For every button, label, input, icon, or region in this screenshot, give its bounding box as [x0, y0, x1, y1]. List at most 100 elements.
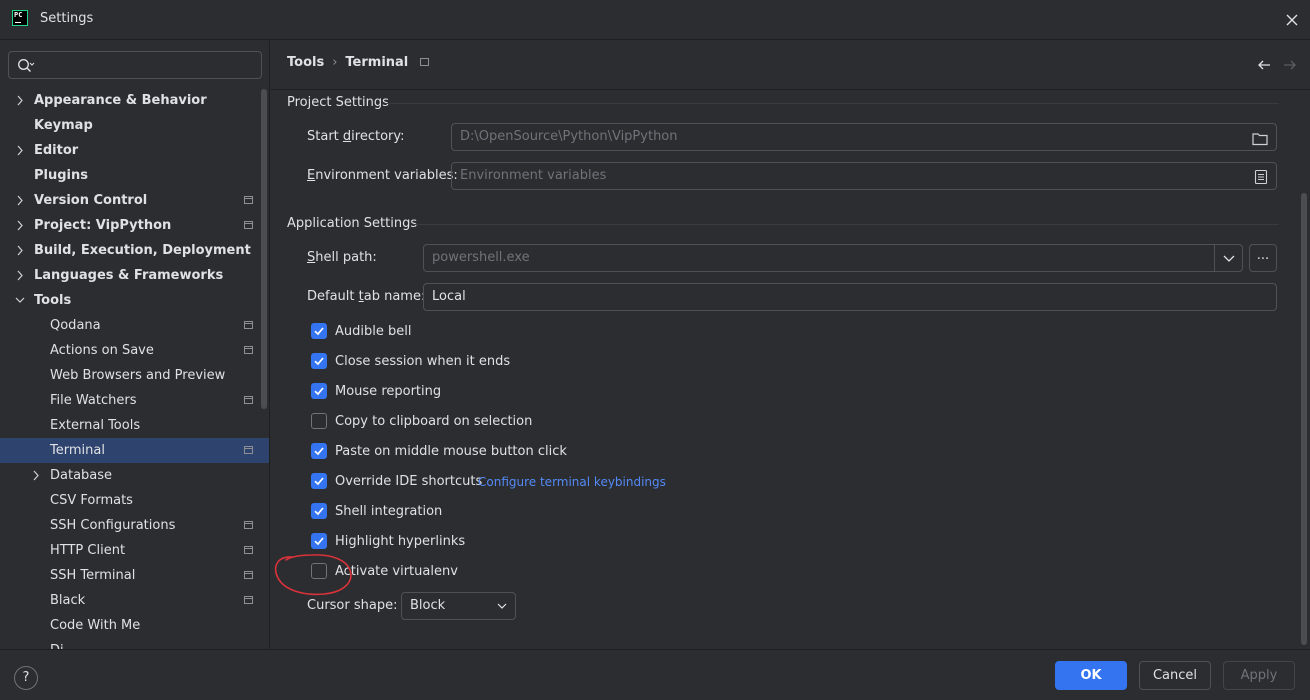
- sidebar-item-label: Actions on Save: [50, 343, 154, 358]
- sidebar-item[interactable]: Terminal: [0, 438, 269, 463]
- edit-list-icon[interactable]: [1254, 169, 1268, 195]
- checkbox-row[interactable]: Copy to clipboard on selection: [311, 412, 911, 432]
- env-vars-placeholder: Environment variables: [460, 168, 607, 183]
- chevron-right-icon[interactable]: [14, 213, 26, 238]
- checkbox-label[interactable]: Copy to clipboard on selection: [335, 412, 532, 432]
- env-vars-label: Environment variables:: [307, 168, 458, 183]
- sidebar-item[interactable]: Appearance & Behavior: [0, 88, 269, 113]
- checkbox-checked[interactable]: [311, 323, 327, 339]
- env-vars-field[interactable]: Environment variables: [451, 162, 1277, 190]
- sidebar-item[interactable]: Black: [0, 588, 269, 613]
- apply-button[interactable]: Apply: [1223, 661, 1295, 690]
- sidebar-item[interactable]: Actions on Save: [0, 338, 269, 363]
- checkbox-row[interactable]: Activate virtualenv: [311, 562, 911, 582]
- sidebar-item[interactable]: File Watchers: [0, 388, 269, 413]
- sidebar-item[interactable]: Keymap: [0, 113, 269, 138]
- cancel-button[interactable]: Cancel: [1139, 661, 1211, 690]
- pycharm-logo-icon: PC: [12, 10, 28, 26]
- checkbox-checked[interactable]: [311, 473, 327, 489]
- chevron-down-icon[interactable]: [14, 288, 26, 313]
- configure-keybindings-link[interactable]: Configure terminal keybindings: [478, 472, 666, 492]
- checkbox-unchecked[interactable]: [311, 413, 327, 429]
- back-arrow-icon[interactable]: [1256, 57, 1272, 77]
- sidebar-item[interactable]: SSH Terminal: [0, 563, 269, 588]
- start-directory-field[interactable]: D:\OpenSource\Python\VipPython: [451, 123, 1277, 151]
- close-icon[interactable]: [1282, 10, 1302, 30]
- checkbox-label[interactable]: Close session when it ends: [335, 352, 510, 372]
- checkbox-row[interactable]: Audible bell: [311, 322, 911, 342]
- settings-sidebar: Appearance & Behavior Keymap Editor Plugins…: [0, 41, 270, 649]
- sidebar-item[interactable]: Di...: [0, 638, 269, 649]
- chevron-right-icon[interactable]: [14, 238, 26, 263]
- breadcrumb-parent[interactable]: Tools: [287, 55, 324, 70]
- shell-path-combobox[interactable]: powershell.exe: [423, 244, 1243, 272]
- cursor-shape-value: Block: [410, 598, 446, 613]
- sidebar-item[interactable]: Code With Me: [0, 613, 269, 638]
- checkbox-row[interactable]: Mouse reporting: [311, 382, 911, 402]
- folder-icon[interactable]: [1252, 130, 1268, 156]
- sidebar-item-label: CSV Formats: [50, 493, 133, 508]
- window-title: Settings: [40, 11, 94, 26]
- chevron-right-icon[interactable]: [30, 463, 42, 488]
- sidebar-item[interactable]: External Tools: [0, 413, 269, 438]
- checkbox-row[interactable]: Close session when it ends: [311, 352, 911, 372]
- sidebar-item[interactable]: CSV Formats: [0, 488, 269, 513]
- project-scope-icon: [244, 521, 253, 529]
- shell-path-browse-button[interactable]: ...: [1249, 244, 1277, 272]
- settings-search-input[interactable]: [8, 51, 262, 79]
- chevron-right-icon[interactable]: [14, 188, 26, 213]
- ok-button[interactable]: OK: [1055, 661, 1127, 690]
- help-button[interactable]: ?: [14, 666, 38, 690]
- sidebar-item-label: Version Control: [34, 193, 148, 208]
- project-scope-icon: [244, 596, 253, 604]
- sidebar-item-label: Tools: [34, 293, 72, 308]
- checkmark-icon: [314, 477, 324, 486]
- chevron-down-icon[interactable]: [1214, 245, 1242, 271]
- sidebar-item[interactable]: Build, Execution, Deployment: [0, 238, 269, 263]
- sidebar-item-label: Plugins: [34, 168, 88, 183]
- sidebar-item[interactable]: Languages & Frameworks: [0, 263, 269, 288]
- chevron-right-icon[interactable]: [14, 263, 26, 288]
- checkbox-label[interactable]: Audible bell: [335, 322, 411, 342]
- sidebar-item-label: Terminal: [50, 443, 105, 458]
- dialog-footer: ? OK Cancel Apply: [0, 649, 1310, 700]
- sidebar-scrollbar[interactable]: [261, 89, 267, 409]
- checkbox-checked[interactable]: [311, 383, 327, 399]
- chevron-right-icon[interactable]: [14, 88, 26, 113]
- checkbox-checked[interactable]: [311, 533, 327, 549]
- cursor-shape-dropdown[interactable]: Block: [401, 592, 516, 620]
- sidebar-item[interactable]: Tools: [0, 288, 269, 313]
- tab-name-label: Default tab name:: [307, 289, 426, 304]
- checkbox-row[interactable]: Highlight hyperlinks: [311, 532, 911, 552]
- sidebar-item[interactable]: Editor: [0, 138, 269, 163]
- forward-arrow-icon[interactable]: [1282, 57, 1298, 77]
- sidebar-item-label: SSH Terminal: [50, 568, 136, 583]
- sidebar-item[interactable]: SSH Configurations: [0, 513, 269, 538]
- checkbox-row[interactable]: Shell integration: [311, 502, 911, 522]
- checkbox-row[interactable]: Paste on middle mouse button click: [311, 442, 911, 462]
- sidebar-item-label: Project: VipPython: [34, 218, 172, 233]
- breadcrumb-current: Terminal: [345, 55, 409, 70]
- project-scope-icon: [244, 221, 253, 229]
- checkbox-label[interactable]: Mouse reporting: [335, 382, 441, 402]
- chevron-right-icon[interactable]: [14, 138, 26, 163]
- sidebar-item[interactable]: Qodana: [0, 313, 269, 338]
- checkbox-label[interactable]: Override IDE shortcuts: [335, 472, 482, 492]
- checkbox-checked[interactable]: [311, 503, 327, 519]
- checkbox-row[interactable]: Override IDE shortcuts Configure terminal…: [311, 472, 911, 492]
- checkbox-checked[interactable]: [311, 443, 327, 459]
- sidebar-item[interactable]: Version Control: [0, 188, 269, 213]
- checkmark-icon: [314, 537, 324, 546]
- checkbox-checked[interactable]: [311, 353, 327, 369]
- sidebar-item[interactable]: Web Browsers and Preview: [0, 363, 269, 388]
- sidebar-item[interactable]: Project: VipPython: [0, 213, 269, 238]
- sidebar-item[interactable]: Database: [0, 463, 269, 488]
- checkbox-label[interactable]: Paste on middle mouse button click: [335, 442, 567, 462]
- checkbox-label[interactable]: Shell integration: [335, 502, 442, 522]
- sidebar-item[interactable]: Plugins: [0, 163, 269, 188]
- content-scrollbar[interactable]: [1301, 193, 1307, 645]
- tab-name-field[interactable]: Local: [423, 283, 1277, 311]
- sidebar-item[interactable]: HTTP Client: [0, 538, 269, 563]
- project-scope-icon: [244, 546, 253, 554]
- checkmark-icon: [314, 387, 324, 396]
